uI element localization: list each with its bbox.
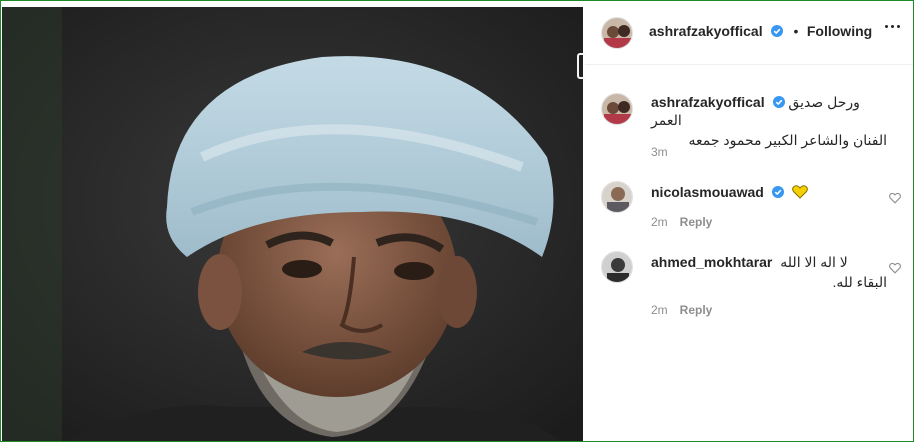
post-window: ashrafzakyoffical • Following ashrafzaky… xyxy=(0,0,914,442)
author-avatar[interactable] xyxy=(601,17,633,49)
portrait-image xyxy=(2,7,583,441)
author-username[interactable]: ashrafzakyoffical xyxy=(649,23,763,39)
heart-outline-icon[interactable] xyxy=(889,191,901,204)
caption-avatar[interactable] xyxy=(601,93,633,125)
comment-item: ahmed_mokhtarar لا اله الا الله البقاء ل… xyxy=(601,251,901,321)
verified-badge-icon xyxy=(771,24,784,37)
yellow-heart-emoji-icon xyxy=(791,185,808,199)
post-photo[interactable] xyxy=(2,7,583,441)
commenter-username[interactable]: nicolasmouawad xyxy=(651,184,764,200)
caption-timestamp[interactable]: 3m xyxy=(651,145,668,159)
post-header: ashrafzakyoffical • Following xyxy=(585,1,913,65)
comment-item: nicolasmouawad 2m Reply xyxy=(601,181,901,231)
more-options-icon[interactable] xyxy=(885,25,901,31)
post-sidebar: ashrafzakyoffical • Following ashrafzaky… xyxy=(585,1,913,441)
comment-text-line2: البقاء لله. xyxy=(832,274,888,290)
verified-badge-icon xyxy=(772,94,785,108)
comment-timestamp[interactable]: 2m xyxy=(651,303,668,317)
following-button[interactable]: Following xyxy=(807,23,872,39)
reply-button[interactable]: Reply xyxy=(680,215,713,229)
separator-dot: • xyxy=(793,23,799,39)
comment-meta: 2m Reply xyxy=(651,303,712,317)
commenter-avatar[interactable] xyxy=(601,181,633,213)
heart-outline-icon[interactable] xyxy=(889,261,901,274)
comment-timestamp[interactable]: 2m xyxy=(651,215,668,229)
caption-text-line2: الفنان والشاعر الكبير محمود جمعه xyxy=(688,132,887,148)
caption-time: 3m xyxy=(651,145,668,159)
comment-meta: 2m Reply xyxy=(651,215,712,229)
caption-username[interactable]: ashrafzakyoffical xyxy=(651,94,765,110)
commenter-avatar[interactable] xyxy=(601,251,633,283)
post-caption: ashrafzakyoffical ورحل صديق العمر الفنان… xyxy=(601,93,901,163)
verified-badge-icon xyxy=(771,184,784,198)
reply-button[interactable]: Reply xyxy=(680,303,713,317)
commenter-username[interactable]: ahmed_mokhtarar xyxy=(651,254,772,270)
comment-text-line1: لا اله الا الله xyxy=(780,254,848,270)
